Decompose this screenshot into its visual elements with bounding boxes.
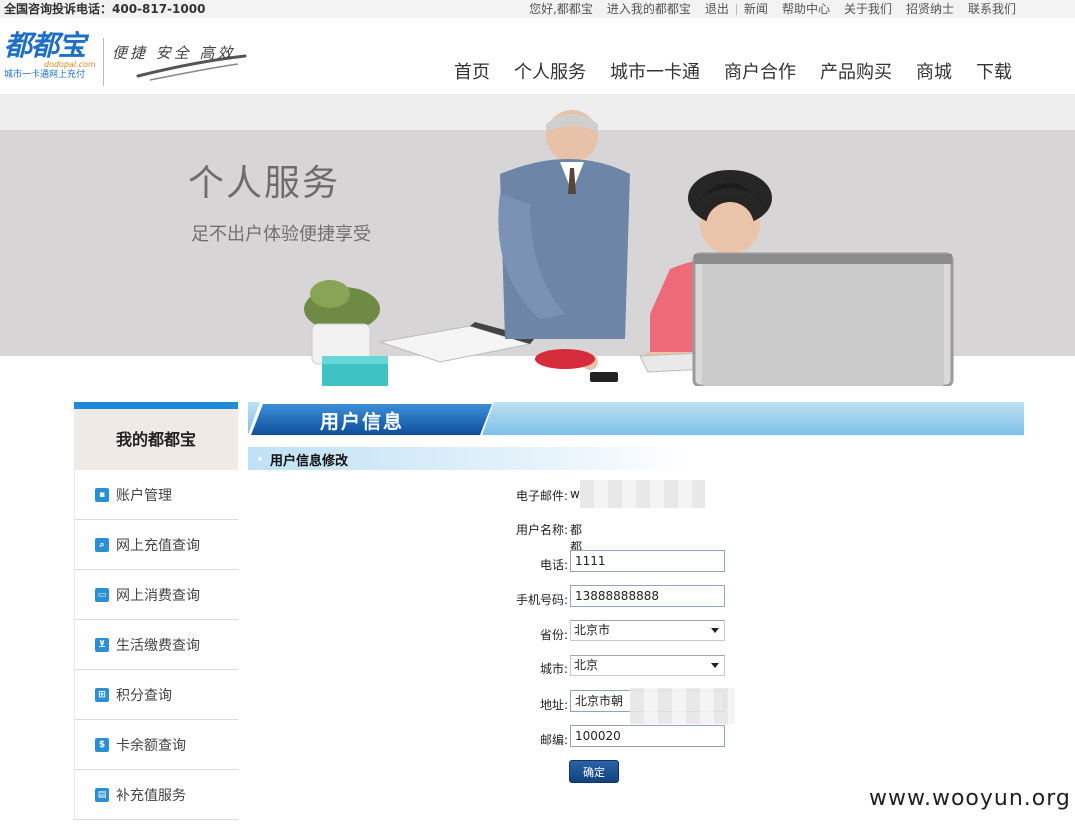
help-center-link[interactable]: 帮助中心 (775, 0, 837, 18)
sidebar-item-bill-query[interactable]: ⊻ 生活缴费查询 (74, 620, 238, 670)
phone-label: 电话: (539, 558, 568, 572)
watermark-text: www.wooyun.org (869, 786, 1071, 811)
logo-tagline: 城市一卡通网上充付 (4, 70, 86, 80)
sidebar-item-recharge-query[interactable]: ⌕ 网上充值查询 (74, 520, 238, 570)
city-label: 城市: (539, 662, 568, 676)
email-value: w (570, 487, 580, 501)
sidebar: 我的都都宝 ▪ 账户管理 ⌕ 网上充值查询 ▭ 网上消费查询 ⊻ 生活缴费查询 … (74, 402, 238, 827)
mobile-field[interactable]: 13888888888 (570, 585, 725, 607)
zip-label: 邮编: (539, 733, 568, 747)
contact-us-link[interactable]: 联系我们 (961, 0, 1023, 18)
nav-product-purchase[interactable]: 产品购买 (820, 58, 892, 84)
nav-mall[interactable]: 商城 (916, 58, 952, 84)
bullet-icon (258, 457, 262, 461)
enter-my-account-link[interactable]: 进入我的都都宝 (600, 0, 698, 18)
page: 全国咨询投诉电话：400-817-1000 您好,都都宝 进入我的都都宝 退出 … (0, 0, 1075, 827)
search-icon: ⌕ (95, 537, 109, 552)
mobile-label: 手机号码: (515, 593, 568, 607)
monitor-icon: ▭ (95, 587, 109, 602)
sidebar-item-points-query[interactable]: ⊞ 积分查询 (74, 670, 238, 720)
nav-home[interactable]: 首页 (454, 58, 490, 84)
about-us-link[interactable]: 关于我们 (837, 0, 899, 18)
account-icon: ▪ (95, 487, 109, 502)
address-label: 地址: (539, 698, 568, 712)
sidebar-item-supplement-recharge[interactable]: ▤ 补充值服务 (74, 770, 238, 820)
gift-icon: ⊞ (95, 687, 109, 702)
slogan: 便捷 安全 高效 (110, 38, 250, 88)
province-value: 北京市 (574, 623, 611, 637)
sidebar-item-label: 账户管理 (116, 487, 172, 504)
careers-link[interactable]: 招贤纳士 (899, 0, 961, 18)
email-redaction (580, 480, 705, 508)
sidebar-item-label: 积分查询 (116, 687, 172, 704)
greeting-link[interactable]: 您好,都都宝 (522, 0, 600, 18)
city-select[interactable]: 北京 (570, 655, 725, 676)
province-label: 省份: (539, 628, 568, 642)
sidebar-item-label: 卡余额查询 (116, 737, 186, 754)
sidebar-item-label: 网上消费查询 (116, 587, 200, 604)
content-title: 用户信息 (320, 411, 405, 433)
sidebar-title: 我的都都宝 (74, 402, 238, 470)
sidebar-item-balance-query[interactable]: $ 卡余额查询 (74, 720, 238, 770)
logo[interactable]: 都都宝 dodopal.com 城市一卡通网上充付 (4, 32, 104, 88)
news-link[interactable]: 新闻 (737, 0, 775, 18)
sidebar-item-label: 生活缴费查询 (116, 637, 200, 654)
nav-download[interactable]: 下载 (976, 58, 1012, 84)
top-bar: 全国咨询投诉电话：400-817-1000 您好,都都宝 进入我的都都宝 退出 … (0, 0, 1075, 18)
username-label: 用户名称: (515, 523, 568, 537)
address-redaction (630, 688, 735, 724)
dollar-icon: $ (95, 737, 109, 752)
logo-divider (103, 38, 104, 86)
sidebar-item-account[interactable]: ▪ 账户管理 (74, 470, 238, 520)
zip-field[interactable]: 100020 (570, 725, 725, 747)
cart-icon: ⊻ (95, 637, 109, 652)
content-title-bar: 用户信息 (248, 402, 1024, 435)
city-value: 北京 (574, 658, 599, 672)
sidebar-item-label: 网上充值查询 (116, 537, 200, 554)
province-select[interactable]: 北京市 (570, 620, 725, 641)
logo-name: 都都宝 (4, 29, 86, 62)
section-title: 用户信息修改 (270, 454, 349, 469)
banner-illustration (304, 110, 990, 386)
banner: 个人服务 足不出户体验便捷享受 (0, 94, 1075, 386)
slogan-text: 便捷 安全 高效 (112, 44, 236, 62)
top-links: 您好,都都宝 进入我的都都宝 退出 新闻 帮助中心 关于我们 招贤纳士 联系我们 (522, 0, 1023, 18)
nav-personal-service[interactable]: 个人服务 (514, 58, 586, 84)
section-bar: 用户信息修改 (248, 447, 688, 470)
chevron-down-icon (711, 628, 719, 633)
document-icon: ▤ (95, 787, 109, 802)
sidebar-item-consume-query[interactable]: ▭ 网上消费查询 (74, 570, 238, 620)
logo-domain: dodopal.com (44, 60, 96, 69)
phone-field[interactable]: 1111 (570, 550, 725, 572)
header: 都都宝 dodopal.com 城市一卡通网上充付 便捷 安全 高效 首页 个人… (0, 18, 1075, 94)
email-label: 电子邮件: (515, 489, 568, 503)
logout-link[interactable]: 退出 (698, 0, 736, 18)
nav-merchant[interactable]: 商户合作 (724, 58, 796, 84)
nav-city-card[interactable]: 城市一卡通 (610, 58, 700, 84)
main-nav: 首页 个人服务 城市一卡通 商户合作 产品购买 商城 下载 (454, 58, 1036, 84)
chevron-down-icon (711, 663, 719, 668)
sidebar-item-label: 补充值服务 (116, 787, 186, 804)
hotline-text: 全国咨询投诉电话：400-817-1000 (4, 2, 206, 16)
submit-button[interactable]: 确定 (569, 760, 619, 783)
